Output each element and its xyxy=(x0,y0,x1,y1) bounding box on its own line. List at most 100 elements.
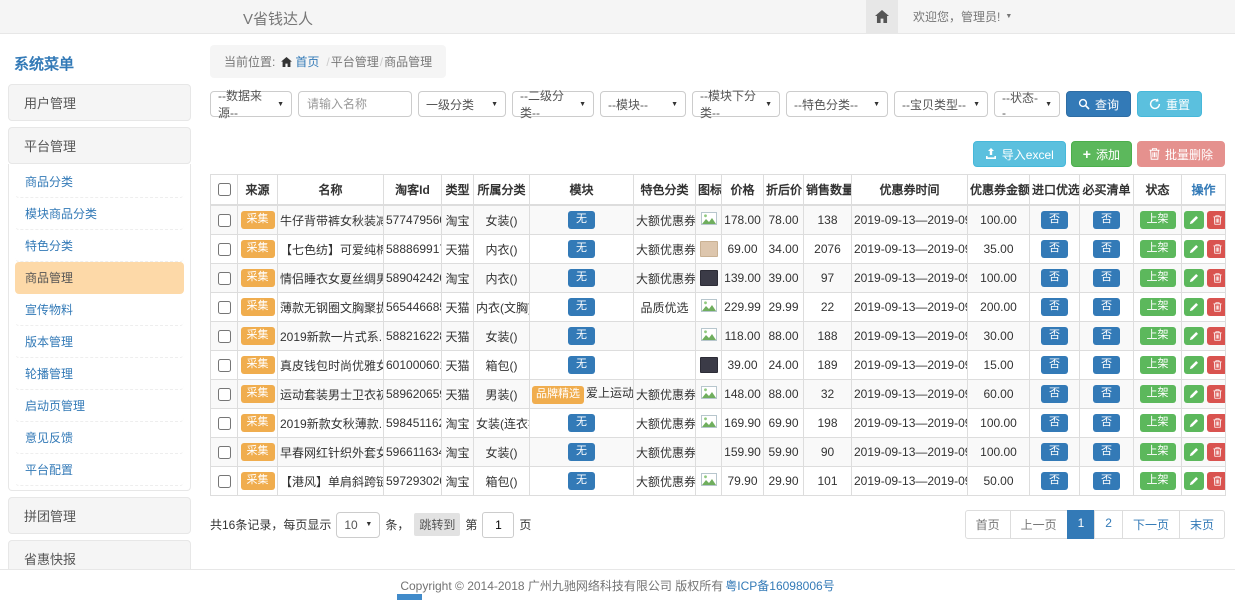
import-select-toggle[interactable]: 否 xyxy=(1041,414,1068,431)
row-checkbox[interactable] xyxy=(218,446,231,459)
delete-button[interactable] xyxy=(1207,443,1226,461)
edit-button[interactable] xyxy=(1184,385,1204,403)
must-buy-toggle[interactable]: 否 xyxy=(1093,414,1120,431)
row-checkbox[interactable] xyxy=(218,388,231,401)
delete-button[interactable] xyxy=(1207,356,1226,374)
must-buy-toggle[interactable]: 否 xyxy=(1093,356,1120,373)
import-select-toggle[interactable]: 否 xyxy=(1041,472,1068,489)
batch-delete-button[interactable]: 批量删除 xyxy=(1137,141,1225,167)
delete-button[interactable] xyxy=(1207,298,1226,316)
filter-level1-category[interactable]: 一级分类▼ xyxy=(418,91,506,117)
status-toggle[interactable]: 上架 xyxy=(1140,298,1176,315)
filter-level2-category[interactable]: --二级分类--▼ xyxy=(512,91,594,117)
must-buy-toggle[interactable]: 否 xyxy=(1093,298,1120,315)
per-page-select[interactable]: 10 ▼ xyxy=(336,512,380,538)
sidebar-subitem[interactable]: 模块商品分类 xyxy=(15,198,184,230)
filter-module[interactable]: --模块--▼ xyxy=(600,91,686,117)
status-toggle[interactable]: 上架 xyxy=(1140,211,1176,228)
import-select-toggle[interactable]: 否 xyxy=(1041,356,1068,373)
page-number-input[interactable] xyxy=(482,512,514,538)
import-select-toggle[interactable]: 否 xyxy=(1041,327,1068,344)
must-buy-toggle[interactable]: 否 xyxy=(1093,240,1120,257)
sidebar-item[interactable]: 拼团管理 xyxy=(8,497,191,534)
home-button[interactable] xyxy=(866,0,898,33)
pager-item[interactable]: 1 xyxy=(1067,510,1096,539)
filter-item-type[interactable]: --宝贝类型--▼ xyxy=(894,91,988,117)
edit-button[interactable] xyxy=(1184,356,1204,374)
select-all-checkbox[interactable] xyxy=(218,183,231,196)
filter-feature-category[interactable]: --特色分类--▼ xyxy=(786,91,888,117)
row-checkbox[interactable] xyxy=(218,243,231,256)
status-toggle[interactable]: 上架 xyxy=(1140,414,1176,431)
icp-link[interactable]: 粤ICP备16098006号 xyxy=(725,577,834,594)
row-checkbox[interactable] xyxy=(218,330,231,343)
sidebar-subitem[interactable]: 版本管理 xyxy=(15,326,184,358)
row-checkbox[interactable] xyxy=(218,214,231,227)
edit-button[interactable] xyxy=(1184,414,1204,432)
import-select-toggle[interactable]: 否 xyxy=(1041,211,1068,228)
sidebar-subitem[interactable]: 特色分类 xyxy=(15,230,184,262)
must-buy-toggle[interactable]: 否 xyxy=(1093,443,1120,460)
must-buy-toggle[interactable]: 否 xyxy=(1093,211,1120,228)
status-toggle[interactable]: 上架 xyxy=(1140,356,1176,373)
status-toggle[interactable]: 上架 xyxy=(1140,269,1176,286)
import-select-toggle[interactable]: 否 xyxy=(1041,269,1068,286)
must-buy-toggle[interactable]: 否 xyxy=(1093,327,1120,344)
status-toggle[interactable]: 上架 xyxy=(1140,443,1176,460)
import-select-toggle[interactable]: 否 xyxy=(1041,385,1068,402)
delete-button[interactable] xyxy=(1207,269,1226,287)
breadcrumb-home-link[interactable]: 首页 xyxy=(281,53,319,70)
sidebar-subitem[interactable]: 轮播管理 xyxy=(15,358,184,390)
delete-button[interactable] xyxy=(1207,414,1226,432)
row-checkbox[interactable] xyxy=(218,301,231,314)
must-buy-toggle[interactable]: 否 xyxy=(1093,385,1120,402)
edit-button[interactable] xyxy=(1184,298,1204,316)
import-select-toggle[interactable]: 否 xyxy=(1041,240,1068,257)
user-menu[interactable]: 欢迎您，管理员! ▼ xyxy=(913,8,1012,25)
must-buy-toggle[interactable]: 否 xyxy=(1093,269,1120,286)
sidebar-item[interactable]: 用户管理 xyxy=(8,84,191,121)
status-toggle[interactable]: 上架 xyxy=(1140,472,1176,489)
pager-item[interactable]: 下一页 xyxy=(1122,510,1180,539)
sidebar-subitem[interactable]: 商品管理 xyxy=(15,262,184,294)
status-toggle[interactable]: 上架 xyxy=(1140,327,1176,344)
filter-module-subcategory[interactable]: --模块下分类--▼ xyxy=(692,91,780,117)
delete-button[interactable] xyxy=(1207,327,1226,345)
pager-item[interactable]: 上一页 xyxy=(1010,510,1068,539)
edit-button[interactable] xyxy=(1184,240,1204,258)
pager-item[interactable]: 2 xyxy=(1094,510,1123,539)
row-checkbox[interactable] xyxy=(218,475,231,488)
edit-button[interactable] xyxy=(1184,269,1204,287)
sidebar-subitem[interactable]: 宣传物料 xyxy=(15,294,184,326)
sidebar-subitem[interactable]: 平台配置 xyxy=(15,454,184,486)
import-select-toggle[interactable]: 否 xyxy=(1041,298,1068,315)
filter-status[interactable]: --状态--▼ xyxy=(994,91,1060,117)
must-buy-toggle[interactable]: 否 xyxy=(1093,472,1120,489)
name-search-input[interactable] xyxy=(298,91,412,117)
status-toggle[interactable]: 上架 xyxy=(1140,240,1176,257)
row-checkbox[interactable] xyxy=(218,272,231,285)
pager-item[interactable]: 首页 xyxy=(965,510,1011,539)
row-checkbox[interactable] xyxy=(218,359,231,372)
status-toggle[interactable]: 上架 xyxy=(1140,385,1176,402)
sidebar-item[interactable]: 平台管理 xyxy=(8,127,191,164)
edit-button[interactable] xyxy=(1184,211,1204,229)
edit-button[interactable] xyxy=(1184,327,1204,345)
delete-button[interactable] xyxy=(1207,472,1226,490)
search-button[interactable]: 查询 xyxy=(1066,91,1131,117)
delete-button[interactable] xyxy=(1207,240,1226,258)
reset-button[interactable]: 重置 xyxy=(1137,91,1202,117)
sidebar-subitem[interactable]: 意见反馈 xyxy=(15,422,184,454)
import-excel-button[interactable]: 导入excel xyxy=(973,141,1066,167)
sidebar-subitem[interactable]: 启动页管理 xyxy=(15,390,184,422)
delete-button[interactable] xyxy=(1207,385,1226,403)
delete-button[interactable] xyxy=(1207,211,1226,229)
filter-data-source[interactable]: --数据来源--▼ xyxy=(210,91,292,117)
sidebar-subitem[interactable]: 商品分类 xyxy=(15,166,184,198)
edit-button[interactable] xyxy=(1184,443,1204,461)
pager-item[interactable]: 末页 xyxy=(1179,510,1225,539)
import-select-toggle[interactable]: 否 xyxy=(1041,443,1068,460)
add-button[interactable]: + 添加 xyxy=(1071,141,1132,167)
row-checkbox[interactable] xyxy=(218,417,231,430)
edit-button[interactable] xyxy=(1184,472,1204,490)
